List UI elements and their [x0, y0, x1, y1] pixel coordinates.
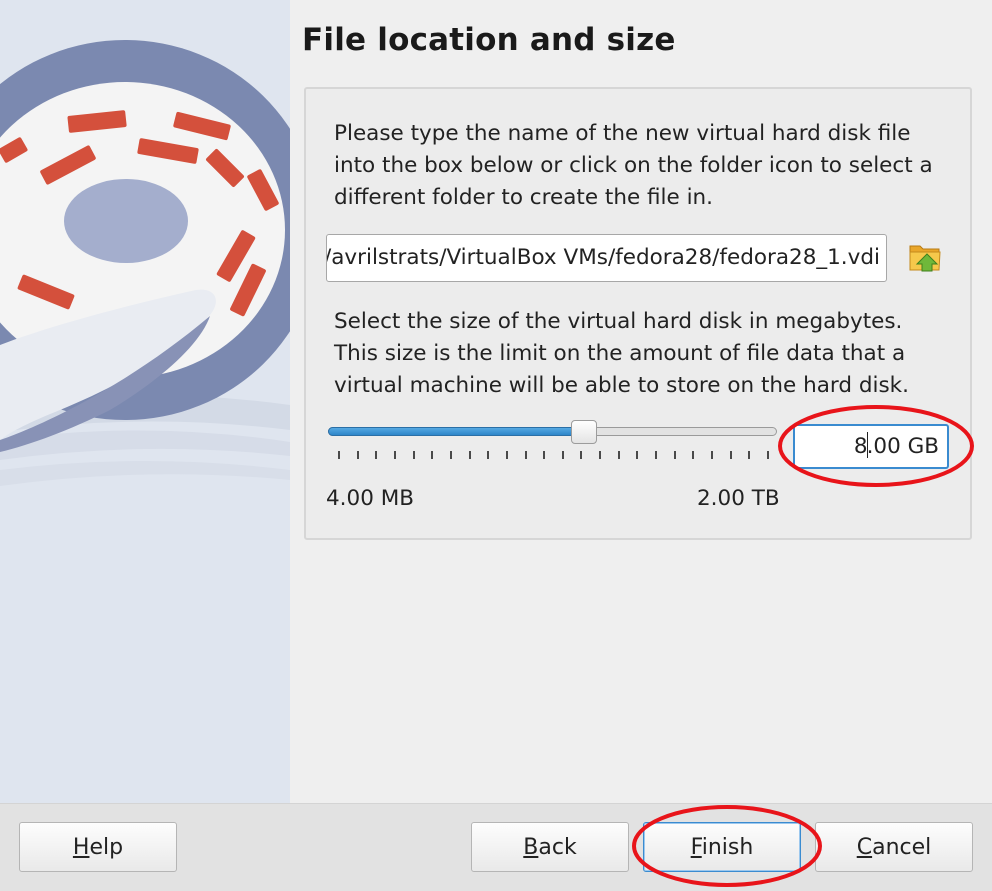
cancel-mnemonic: C [856, 834, 873, 860]
slider-tick [599, 451, 602, 459]
slider-min-label: 4.00 MB [326, 486, 415, 511]
slider-tick [748, 451, 751, 459]
file-path-value: /home/avrilstrats/VirtualBox VMs/fedora2… [326, 245, 880, 270]
choose-folder-button[interactable] [906, 240, 944, 276]
help-button[interactable]: Help [19, 822, 177, 872]
finish-label: inish [701, 834, 754, 860]
slider-tick [356, 451, 359, 459]
cancel-label: ancel [872, 834, 932, 860]
back-label: ack [538, 834, 577, 860]
finish-button[interactable]: Finish [643, 822, 801, 872]
slider-tick [636, 451, 639, 459]
finish-mnemonic: F [690, 834, 702, 860]
folder-up-arrow-icon [909, 245, 941, 272]
location-description: Please type the name of the new virtual … [334, 121, 933, 210]
slider-tick [487, 451, 490, 459]
slider-tick [673, 451, 676, 459]
slider-tick [375, 451, 378, 459]
help-mnemonic: H [72, 834, 90, 860]
wizard-artwork [0, 0, 290, 803]
slider-tick [617, 451, 620, 459]
slider-tick [543, 451, 546, 459]
size-description: Select the size of the virtual hard disk… [334, 309, 909, 398]
slider-handle[interactable] [571, 420, 597, 444]
disk-size-slider[interactable] [328, 420, 778, 466]
slider-tick [711, 451, 714, 459]
slider-tick [393, 451, 396, 459]
size-value-start: 8 [853, 434, 868, 459]
back-button[interactable]: Back [471, 822, 629, 872]
slider-tick [412, 451, 415, 459]
disk-size-input[interactable]: 8.00 GB [793, 424, 949, 469]
size-value-end: .00 GB [866, 434, 939, 459]
slider-tick [431, 451, 434, 459]
slider-tick [655, 451, 658, 459]
help-label: elp [89, 834, 124, 860]
page-title: File location and size [302, 22, 676, 58]
cancel-button[interactable]: Cancel [815, 822, 973, 872]
slider-max-label: 2.00 TB [697, 486, 780, 511]
back-mnemonic: B [523, 834, 539, 860]
slider-tick [524, 451, 527, 459]
slider-tick [561, 451, 564, 459]
slider-fill [328, 427, 584, 436]
slider-tick [767, 451, 769, 459]
slider-tick [729, 451, 732, 459]
file-path-input[interactable]: /home/avrilstrats/VirtualBox VMs/fedora2… [326, 234, 887, 282]
slider-tick [580, 451, 583, 459]
slider-tick [468, 451, 471, 459]
slider-tick [449, 451, 452, 459]
slider-tick [692, 451, 695, 459]
slider-tick [338, 451, 340, 459]
slider-ticks [328, 451, 777, 459]
slider-tick [505, 451, 508, 459]
hard-disk-illustration [0, 0, 290, 803]
